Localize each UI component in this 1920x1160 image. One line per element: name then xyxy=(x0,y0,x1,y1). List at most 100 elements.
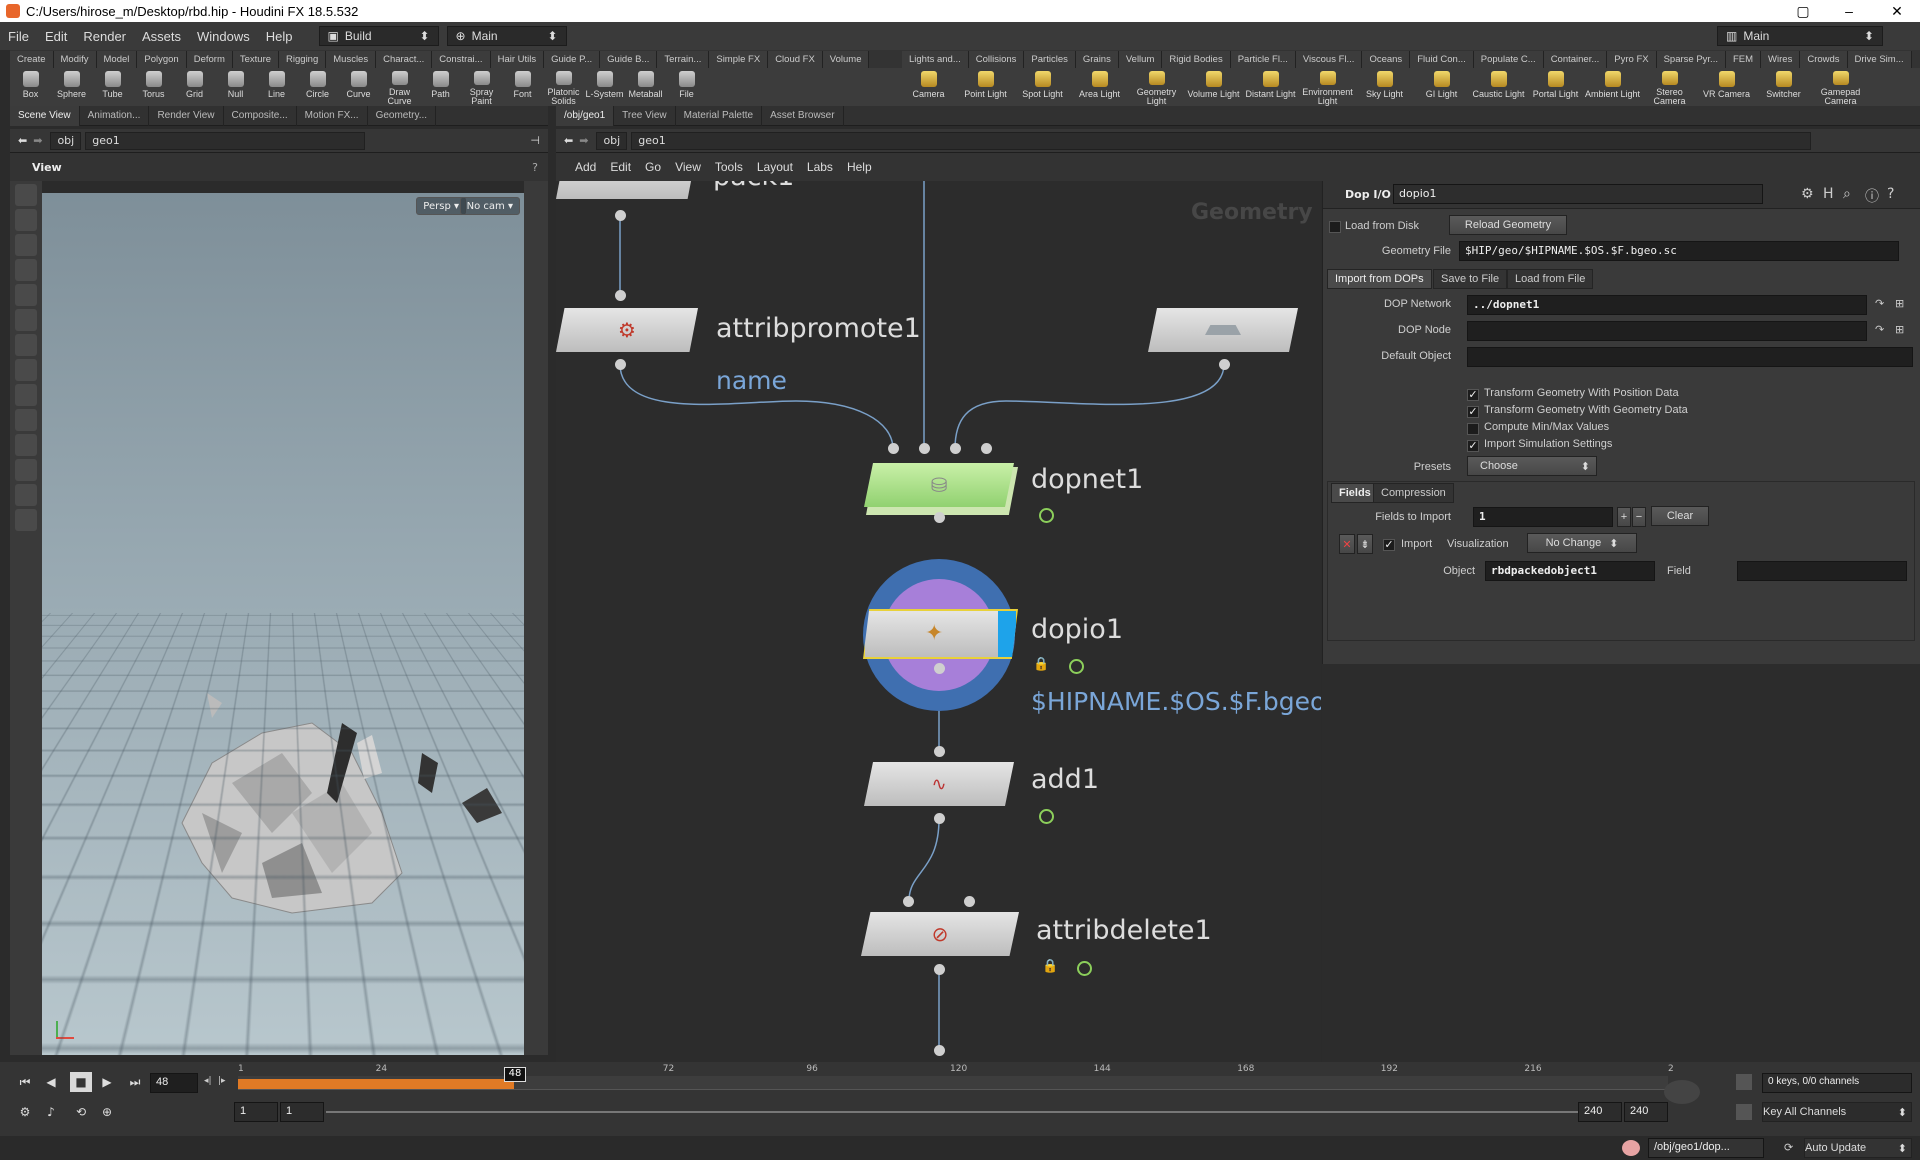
jump-icon[interactable]: ↷ xyxy=(1875,323,1884,336)
check-import-simulation-settings[interactable]: ✓ xyxy=(1467,440,1479,452)
realtime-icon[interactable] xyxy=(1736,1074,1752,1090)
dop-node-field[interactable] xyxy=(1467,321,1867,341)
next-node-input[interactable] xyxy=(934,1045,945,1056)
path-obj[interactable]: obj xyxy=(596,132,627,150)
shelf-tab-cloud-fx[interactable]: Cloud FX xyxy=(768,51,823,68)
menu-assets[interactable]: Assets xyxy=(134,29,189,44)
shelf-tab-oceans[interactable]: Oceans xyxy=(1362,51,1410,68)
houdini-h-icon[interactable]: H xyxy=(1823,186,1834,202)
shelf-tab-modify[interactable]: Modify xyxy=(54,51,97,68)
tab-composite[interactable]: Composite... xyxy=(224,106,297,126)
range-end-field[interactable]: 240 xyxy=(1624,1102,1668,1122)
brush-icon[interactable] xyxy=(15,409,37,431)
tool-volume-light[interactable]: Volume Light xyxy=(1185,68,1242,106)
sop-node-right-output[interactable] xyxy=(1219,359,1230,370)
tab-load-from-file[interactable]: Load from File xyxy=(1507,269,1593,289)
loop-button[interactable]: ⟲ xyxy=(70,1102,92,1122)
shelf-tab-viscous-fl[interactable]: Viscous Fl... xyxy=(1296,51,1363,68)
dop-network-field[interactable]: ../dopnet1 xyxy=(1467,295,1867,315)
shelf-tab-hair-utils[interactable]: Hair Utils xyxy=(491,51,545,68)
check-compute-min-max-values[interactable] xyxy=(1467,423,1479,435)
forward-arrow-icon[interactable]: ➡ xyxy=(579,134,588,147)
add1-node[interactable]: ∿ xyxy=(864,762,1014,806)
back-arrow-icon[interactable]: ⬅ xyxy=(18,134,27,147)
tool-draw-curve[interactable]: Draw Curve xyxy=(379,68,420,106)
help-icon[interactable]: ? xyxy=(532,161,538,174)
shelf-tab-particle-fl[interactable]: Particle Fl... xyxy=(1231,51,1296,68)
tool-area-light[interactable]: Area Light xyxy=(1071,68,1128,106)
field-field[interactable] xyxy=(1737,561,1907,581)
play-reverse-button[interactable]: ◀ xyxy=(40,1072,62,1092)
tool-line[interactable]: Line xyxy=(256,68,297,106)
add-field-button[interactable]: + xyxy=(1617,507,1631,527)
attribpromote1-node[interactable]: ⚙ xyxy=(556,308,698,352)
tool-platonic-solids[interactable]: Platonic Solids xyxy=(543,68,584,106)
shelf-tab-container[interactable]: Container... xyxy=(1544,51,1608,68)
network-menu-help[interactable]: Help xyxy=(840,160,879,174)
remove-field-button[interactable]: − xyxy=(1632,507,1646,527)
shelf-tab-volume[interactable]: Volume xyxy=(823,51,870,68)
audio-button[interactable]: ♪ xyxy=(40,1102,62,1122)
jump-start-button[interactable]: ⏮ xyxy=(14,1072,36,1092)
auto-update-button[interactable]: Auto Update ⬍ xyxy=(1804,1138,1912,1158)
menu-file[interactable]: File xyxy=(0,29,37,44)
shelf-tab-guide-b[interactable]: Guide B... xyxy=(600,51,657,68)
menu-windows[interactable]: Windows xyxy=(189,29,258,44)
desktop-right-select[interactable]: ▥ Main ⬍ xyxy=(1717,26,1883,46)
network-menu-add[interactable]: Add xyxy=(568,160,603,174)
attribdelete1-output[interactable] xyxy=(934,964,945,975)
snap-icon[interactable] xyxy=(15,509,37,531)
view-icon[interactable] xyxy=(15,209,37,231)
object-field[interactable]: rbdpackedobject1 xyxy=(1485,561,1655,581)
dopnet1-input-2[interactable] xyxy=(919,443,930,454)
shelf-tab-wires[interactable]: Wires xyxy=(1761,51,1800,68)
shelf-tab-rigging[interactable]: Rigging xyxy=(279,51,326,68)
tool-camera[interactable]: Camera xyxy=(900,68,957,106)
info-icon[interactable]: ⓘ xyxy=(1865,186,1879,206)
step-forward-icon[interactable]: |▸ xyxy=(218,1076,226,1086)
tab-asset-browser[interactable]: Asset Browser xyxy=(762,106,843,126)
timeline-settings-button[interactable]: ⚙ xyxy=(14,1102,36,1122)
tool-font[interactable]: Font xyxy=(502,68,543,106)
presets-dropdown[interactable]: Choose ⬍ xyxy=(1467,456,1597,476)
shelf-tab-particles[interactable]: Particles xyxy=(1024,51,1075,68)
tool-gamepad-camera[interactable]: Gamepad Camera xyxy=(1812,68,1869,106)
shelf-tab-terrain[interactable]: Terrain... xyxy=(657,51,709,68)
dopnet1-input-4[interactable] xyxy=(981,443,992,454)
status-path-field[interactable]: /obj/geo1/dop... xyxy=(1648,1138,1764,1158)
network-menu-edit[interactable]: Edit xyxy=(603,160,638,174)
shelf-tab-charact[interactable]: Charact... xyxy=(376,51,432,68)
lock-icon[interactable] xyxy=(15,234,37,256)
tool-gi-light[interactable]: GI Light xyxy=(1413,68,1470,106)
shelf-tab-rigid-bodies[interactable]: Rigid Bodies xyxy=(1162,51,1230,68)
desktop-main-select[interactable]: ⊕ Main ⬍ xyxy=(447,26,567,46)
transform-icon[interactable] xyxy=(15,259,37,281)
tool-tube[interactable]: Tube xyxy=(92,68,133,106)
attribdelete1-node[interactable]: ⊘ xyxy=(861,912,1019,956)
playback-end-field[interactable]: 240 xyxy=(1578,1102,1622,1122)
dopnet1-input-3[interactable] xyxy=(950,443,961,454)
tool-l-system[interactable]: L-System xyxy=(584,68,625,106)
rotate-icon[interactable] xyxy=(15,284,37,306)
check-transform-geometry-with-geometry-data[interactable]: ✓ xyxy=(1467,406,1479,418)
network-editor[interactable]: Geometry pack1 ⚙ attribpromote1 name ⛁ d… xyxy=(556,181,1321,1062)
current-frame-field[interactable]: 48 xyxy=(150,1073,198,1093)
tab-fields[interactable]: Fields xyxy=(1331,483,1379,503)
path-geo1[interactable]: geo1 xyxy=(85,132,365,150)
key-icon[interactable] xyxy=(1664,1080,1700,1104)
persp-menu[interactable]: Persp ▾ xyxy=(416,197,466,215)
network-menu-layout[interactable]: Layout xyxy=(750,160,800,174)
shelf-tab-deform[interactable]: Deform xyxy=(187,51,233,68)
tool-grid[interactable]: Grid xyxy=(174,68,215,106)
keyframe-icon[interactable] xyxy=(1736,1104,1752,1120)
tab-save-to-file[interactable]: Save to File xyxy=(1433,269,1507,289)
network-menu-labs[interactable]: Labs xyxy=(800,160,840,174)
tool-sphere[interactable]: Sphere xyxy=(51,68,92,106)
step-back-icon[interactable]: ◂| xyxy=(204,1076,212,1086)
tab-animation[interactable]: Animation... xyxy=(80,106,150,126)
insert-instance-button[interactable]: ⇟ xyxy=(1357,534,1373,554)
tool-stereo-camera[interactable]: Stereo Camera xyxy=(1641,68,1698,106)
menu-edit[interactable]: Edit xyxy=(37,29,75,44)
playback-start-field[interactable]: 1 xyxy=(280,1102,324,1122)
select-icon[interactable] xyxy=(15,184,37,206)
